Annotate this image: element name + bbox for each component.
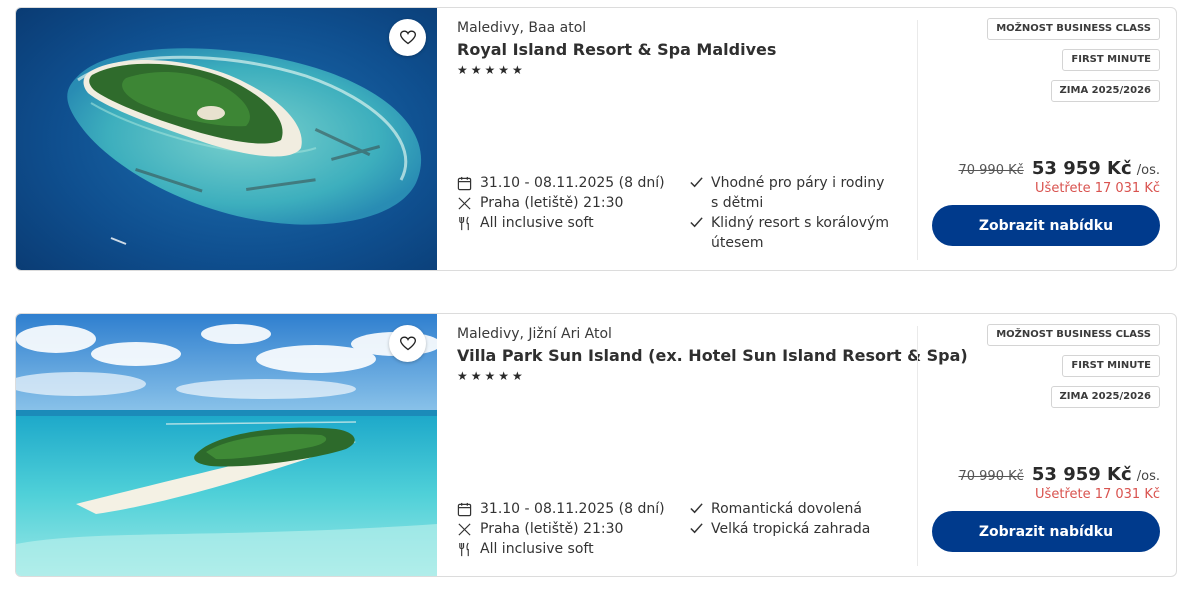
divider [917,20,918,260]
trip-dates: 31.10 - 08.11.2025 (8 dní) [457,499,687,519]
trip-board: All inclusive soft [457,213,687,233]
departure-text: Praha (letiště) 21:30 [480,195,624,211]
trip-details: 31.10 - 08.11.2025 (8 dní) Praha (letišt… [457,173,687,233]
hotel-location: Maledivy, Baa atol [457,20,587,36]
current-price: 53 959 Kč [1031,464,1132,485]
board-text: All inclusive soft [480,541,594,557]
offer-info: Maledivy, Jižní Ari Atol Villa Park Sun … [457,314,968,576]
trip-details: 31.10 - 08.11.2025 (8 dní) Praha (letišt… [457,499,687,559]
favorite-button[interactable] [389,325,426,362]
price-block: 70 990 Kč 53 959 Kč /os. Ušetřete 17 031… [958,464,1160,502]
badge-business-class: MOŽNOST BUSINESS CLASS [987,18,1160,40]
feature-text: Romantická dovolená [711,501,862,517]
trip-board: All inclusive soft [457,539,687,559]
offer-card[interactable]: Maledivy, Baa atol Royal Island Resort &… [15,7,1177,271]
feature-text: Velká tropická zahrada [711,521,871,537]
current-price: 53 959 Kč [1031,158,1132,179]
price-unit: /os. [1136,469,1160,484]
price-block: 70 990 Kč 53 959 Kč /os. Ušetřete 17 031… [958,158,1160,196]
hotel-photo[interactable] [16,314,437,576]
check-icon [690,523,703,534]
star-rating: ★★★★★ [457,369,526,383]
cutlery-icon [457,539,477,559]
heart-icon [399,30,416,45]
calendar-icon [457,499,477,519]
board-text: All inclusive soft [480,215,594,231]
feature-item: Romantická dovolená [689,499,894,519]
feature-text: Vhodné pro páry i rodiny s dětmi [711,175,885,211]
savings-text: Ušetřete 17 031 Kč [1035,181,1160,196]
feature-list: Romantická dovolená Velká tropická zahra… [689,499,894,539]
offer-card[interactable]: Maledivy, Jižní Ari Atol Villa Park Sun … [15,313,1177,577]
island-lagoon-image [16,314,437,576]
calendar-icon [457,173,477,193]
dates-text: 31.10 - 08.11.2025 (8 dní) [480,501,665,517]
badge-list: MOŽNOST BUSINESS CLASS FIRST MINUTE ZIMA… [987,18,1160,111]
star-rating: ★★★★★ [457,63,526,77]
hotel-name-link[interactable]: Royal Island Resort & Spa Maldives [457,40,776,59]
trip-dates: 31.10 - 08.11.2025 (8 dní) [457,173,687,193]
badge-first-minute: FIRST MINUTE [1062,49,1160,71]
favorite-button[interactable] [389,19,426,56]
feature-list: Vhodné pro páry i rodiny s dětmi Klidný … [689,173,894,253]
badge-season: ZIMA 2025/2026 [1050,386,1160,408]
aerial-island-image [16,8,437,270]
badge-list: MOŽNOST BUSINESS CLASS FIRST MINUTE ZIMA… [987,324,1160,417]
check-icon [690,217,703,228]
divider [917,326,918,566]
departure-text: Praha (letiště) 21:30 [480,521,624,537]
feature-item: Velká tropická zahrada [689,519,894,539]
plane-icon [457,193,477,213]
plane-icon [457,519,477,539]
old-price: 70 990 Kč [958,163,1024,178]
show-offer-button[interactable]: Zobrazit nabídku [932,511,1160,552]
hotel-photo[interactable] [16,8,437,270]
old-price: 70 990 Kč [958,469,1024,484]
cutlery-icon [457,213,477,233]
feature-item: Klidný resort s korálovým útesem [689,213,894,253]
offer-info: Maledivy, Baa atol Royal Island Resort &… [457,8,917,270]
heart-icon [399,336,416,351]
trip-departure: Praha (letiště) 21:30 [457,193,687,213]
price-unit: /os. [1136,163,1160,178]
badge-business-class: MOŽNOST BUSINESS CLASS [987,324,1160,346]
check-icon [690,177,703,188]
dates-text: 31.10 - 08.11.2025 (8 dní) [480,175,665,191]
feature-item: Vhodné pro páry i rodiny s dětmi [689,173,894,213]
feature-text: Klidný resort s korálovým útesem [711,215,889,251]
badge-first-minute: FIRST MINUTE [1062,355,1160,377]
hotel-name-link[interactable]: Villa Park Sun Island (ex. Hotel Sun Isl… [457,346,968,365]
hotel-location: Maledivy, Jižní Ari Atol [457,326,612,342]
check-icon [690,503,703,514]
show-offer-button[interactable]: Zobrazit nabídku [932,205,1160,246]
savings-text: Ušetřete 17 031 Kč [1035,487,1160,502]
badge-season: ZIMA 2025/2026 [1050,80,1160,102]
trip-departure: Praha (letiště) 21:30 [457,519,687,539]
